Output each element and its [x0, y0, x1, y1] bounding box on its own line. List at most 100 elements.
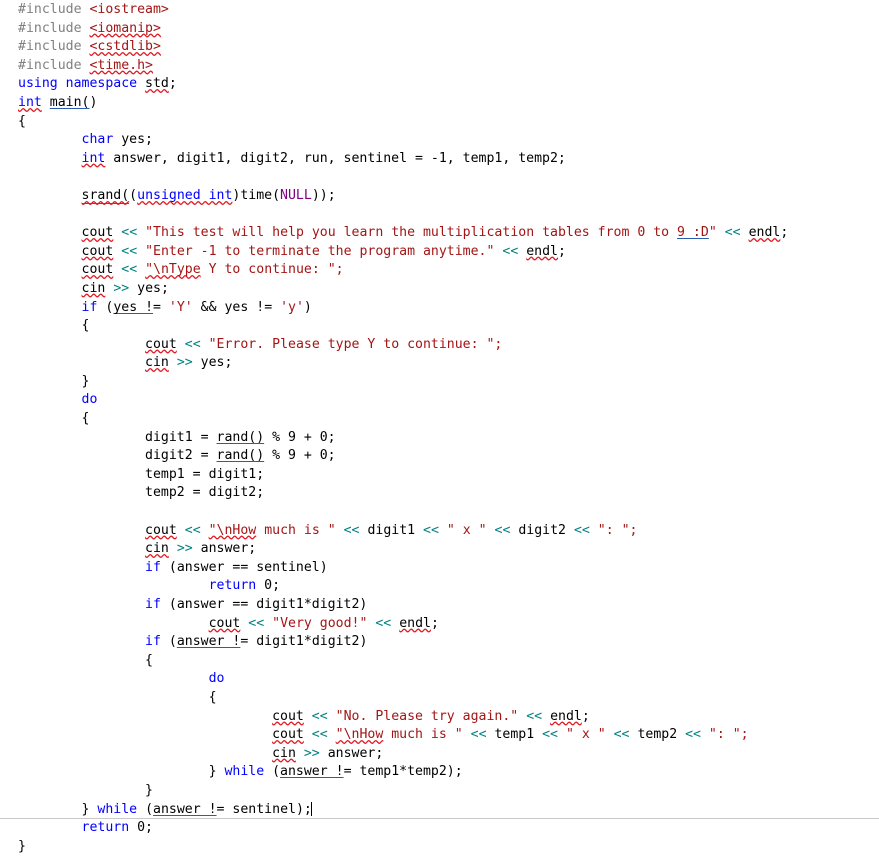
code-token: return	[208, 578, 257, 594]
spelling-error-token: "\nHow	[335, 727, 384, 743]
code-line: #include <time.h>	[18, 57, 788, 76]
code-token: "Enter -1 to terminate the program anyti…	[145, 243, 495, 259]
spelling-error-token: cout	[145, 522, 177, 538]
code-line: #include <iostream>	[18, 1, 788, 20]
code-token: <<	[526, 708, 543, 724]
grammar-error-token: 9 :D	[677, 225, 709, 241]
code-token: (	[264, 764, 281, 780]
code-token: yes;	[113, 132, 153, 148]
code-line: cout << "No. Please try again." << endl;	[18, 708, 788, 727]
code-line: temp1 = digit1;	[18, 466, 788, 485]
code-line: #include <iomanip>	[18, 20, 788, 39]
code-token: <<	[184, 336, 201, 352]
code-line: }	[18, 838, 788, 856]
code-token: 0;	[129, 820, 153, 836]
code-token: #include	[18, 20, 90, 36]
code-token: % 9 + 0;	[264, 448, 336, 464]
code-line: {	[18, 689, 788, 708]
spelling-error-token: int	[18, 94, 42, 110]
code-token: )	[89, 94, 98, 110]
code-line: using namespace std;	[18, 75, 788, 94]
text-caret	[310, 801, 312, 816]
code-token: temp1	[486, 727, 543, 743]
grammar-error-token: yes !	[113, 299, 154, 315]
code-token: ;	[780, 225, 789, 241]
code-token: <<	[184, 522, 201, 538]
code-token: char	[81, 132, 114, 148]
code-token: "This test will help you learn the multi…	[145, 225, 678, 241]
code-token: ": ";	[708, 727, 749, 743]
code-line: cin >> answer;	[18, 745, 788, 764]
code-line: if (answer == sentinel)	[18, 559, 788, 578]
spelling-error-token: "\nHow	[208, 522, 257, 538]
code-line: cout << "\nHow much is " << temp1 << " x…	[18, 726, 788, 745]
code-token: digit1	[359, 522, 424, 538]
code-token: " x "	[565, 727, 606, 743]
code-token: " x "	[446, 522, 487, 538]
spelling-error-token: cout	[272, 727, 304, 743]
code-token: if	[145, 597, 161, 612]
code-line: {	[18, 410, 788, 429]
code-line: do	[18, 391, 788, 410]
spelling-error-token: cout	[208, 615, 241, 631]
code-line: temp2 = digit2;	[18, 484, 788, 503]
code-line: digit2 = rand() % 9 + 0;	[18, 447, 788, 466]
code-line: cout << "Error. Please type Y to continu…	[18, 336, 788, 355]
code-line: digit1 = rand() % 9 + 0;	[18, 429, 788, 448]
code-token: NULL	[280, 187, 312, 203]
code-token: 0;	[256, 578, 281, 594]
spelling-error-token: cin	[145, 541, 169, 557]
code-token: <<	[248, 615, 265, 631]
code-line: cout << "Enter -1 to terminate the progr…	[18, 243, 788, 262]
grammar-error-token: rand()	[216, 448, 265, 464]
code-listing[interactable]: #include <iostream> #include <iomanip> #in…	[18, 1, 788, 856]
code-line: int answer, digit1, digit2, run, sentine…	[18, 150, 788, 169]
code-line: if (answer == digit1*digit2)	[18, 596, 788, 615]
code-token: <<	[573, 522, 590, 538]
grammar-error-token: answer !	[280, 764, 344, 780]
code-token: while	[224, 764, 265, 780]
document-page: #include <iostream> #include <iomanip> #in…	[0, 0, 879, 854]
code-token: return	[81, 820, 130, 836]
code-token: <<	[470, 727, 487, 743]
code-token: {	[81, 411, 90, 427]
code-token: (	[97, 299, 114, 315]
code-line: cin >> answer;	[18, 540, 788, 559]
code-token: && yes !=	[192, 299, 281, 315]
spelling-error-token: int	[81, 150, 106, 166]
code-token: >>	[113, 280, 130, 296]
code-token: <<	[685, 727, 701, 743]
code-line: } while (answer != temp1*temp2);	[18, 763, 788, 782]
grammar-error-token: answer !	[176, 634, 241, 650]
code-token: }	[145, 782, 153, 798]
code-token: digit2	[510, 522, 574, 538]
code-token: ;	[558, 243, 566, 259]
code-token: <<	[343, 522, 360, 538]
code-token: much is "	[256, 522, 336, 538]
grammar-error-token: answer !	[153, 801, 217, 817]
code-line: srand((unsigned int)time(NULL));	[18, 187, 788, 206]
